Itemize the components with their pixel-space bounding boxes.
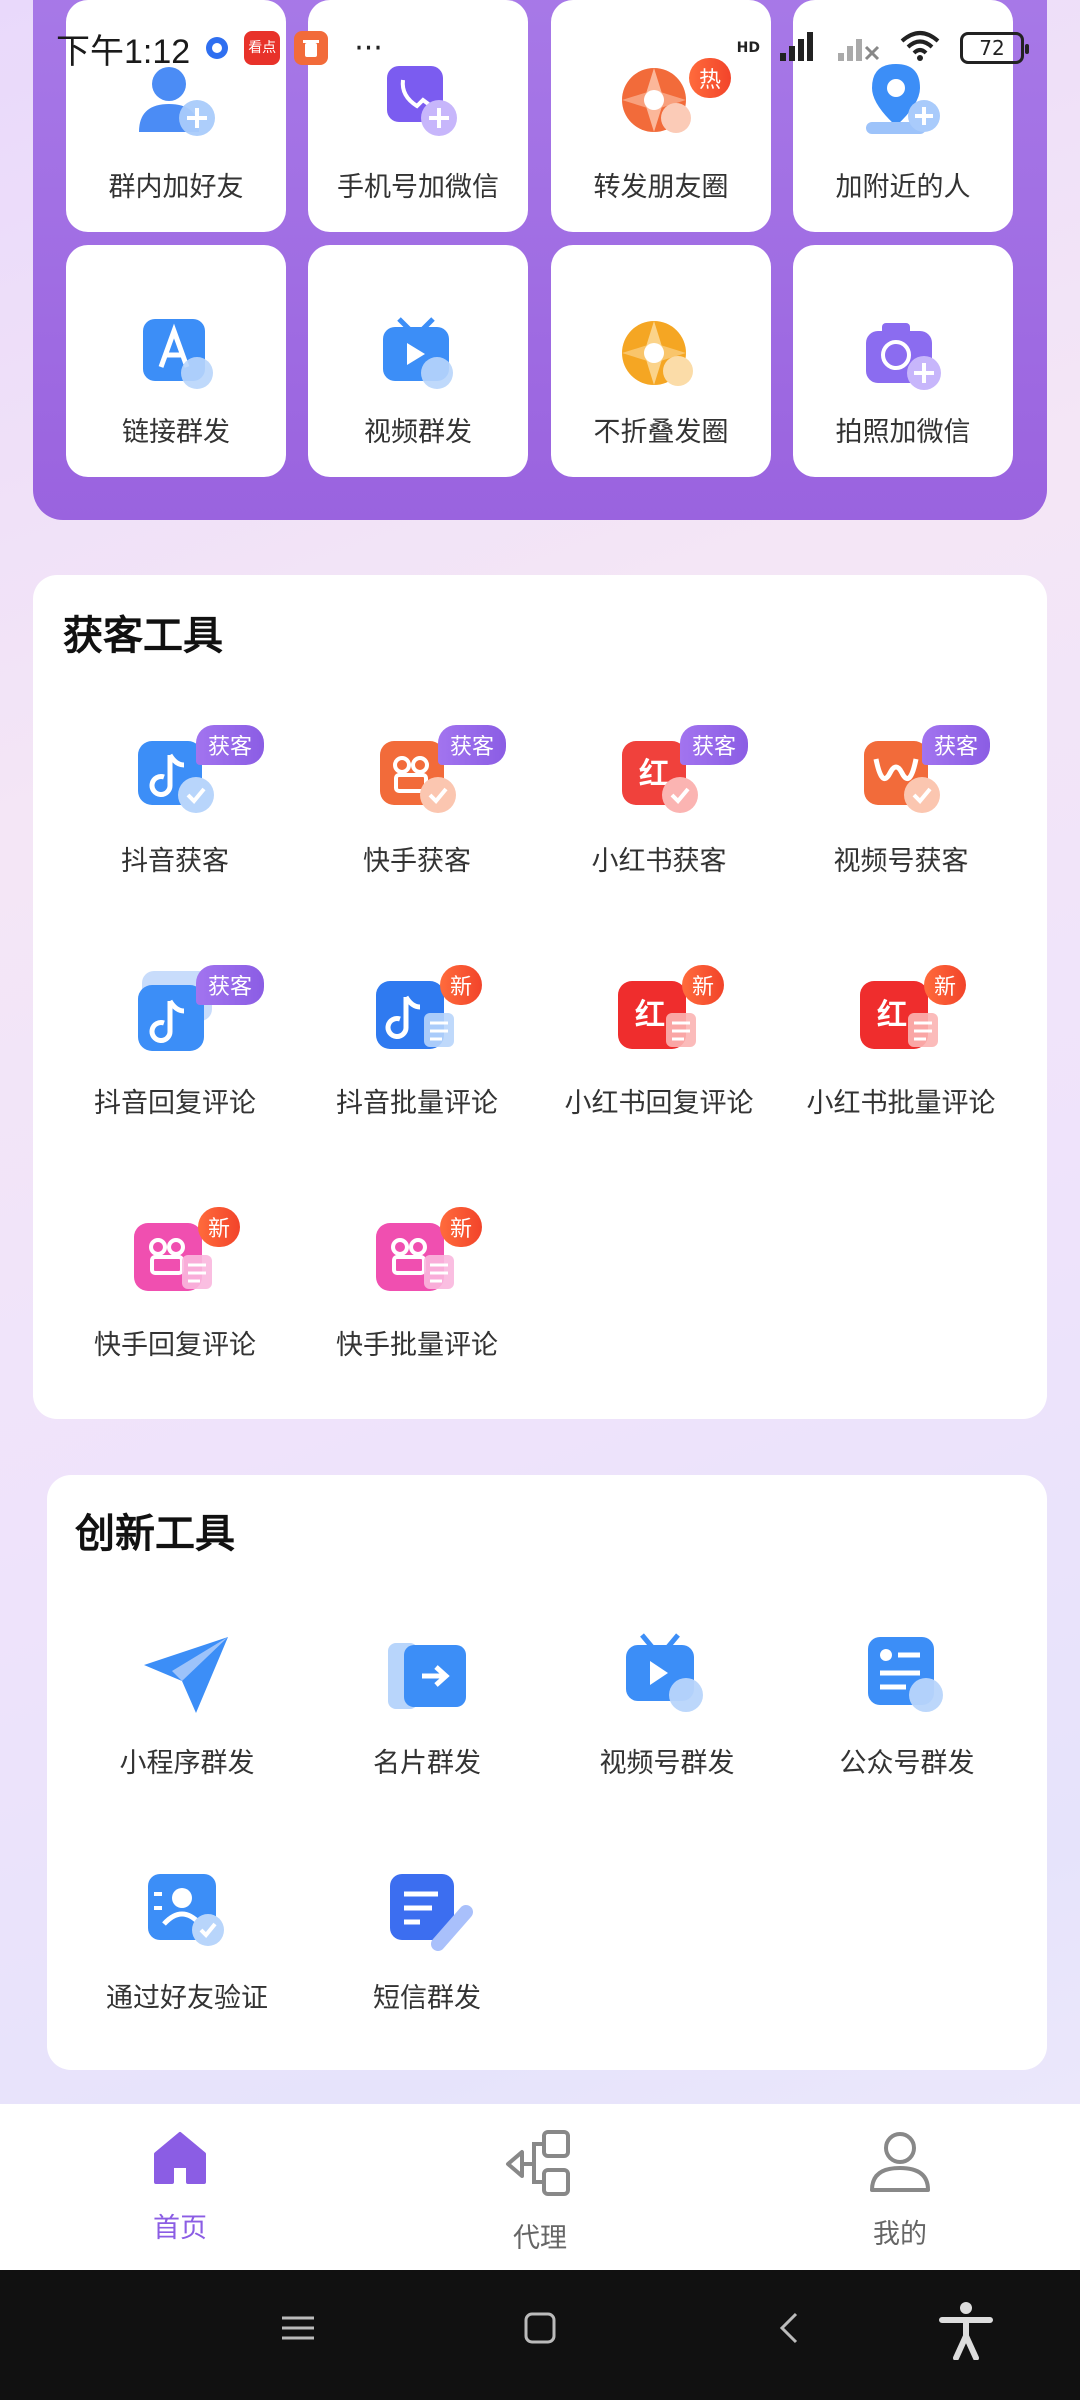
tool-douyin-batch[interactable]: 新 抖音批量评论 <box>297 965 537 1120</box>
status-bar: 下午1:12 看点 ··· HD 72 <box>0 0 1080 96</box>
system-nav-bar <box>0 2270 1080 2400</box>
more-icon: ··· <box>354 30 383 66</box>
signal-icon <box>778 29 818 67</box>
trash-app-icon <box>294 31 329 65</box>
customer-tools-card: 获客工具 获客 抖音获客 获客 快手获客 红 获客 小红书获客 获客 视频号获客 <box>33 575 1047 1419</box>
official-account-icon <box>852 1625 962 1725</box>
nav-profile[interactable]: 我的 <box>720 2104 1080 2270</box>
tool-channels-acquire[interactable]: 获客 视频号获客 <box>781 723 1021 878</box>
back-icon[interactable] <box>770 2308 810 2352</box>
innovation-tools-card: 创新工具 小程序群发 名片群发 视频号群发 公众号群发 通过好友验证 短信群发 <box>47 1475 1047 2070</box>
signal-off-icon <box>836 29 880 67</box>
kuaishou-batch-icon: 新 <box>362 1207 483 1307</box>
app-notification-icon <box>204 35 230 61</box>
kuaishou-icon: 获客 <box>362 723 507 823</box>
tool-douyin-acquire[interactable]: 获客 抖音获客 <box>55 723 295 878</box>
camera-add-icon <box>858 315 948 399</box>
kuaishou-reply-icon: 新 <box>120 1207 241 1307</box>
battery-indicator: 72 <box>960 32 1029 64</box>
friend-verify-icon <box>132 1860 242 1960</box>
bottom-nav: 首页 代理 我的 <box>0 2104 1080 2270</box>
wifi-icon <box>898 29 942 67</box>
tool-xiaohongshu-acquire[interactable]: 红 获客 小红书获客 <box>539 723 779 878</box>
channels-send-icon <box>612 1625 722 1725</box>
tool-xhs-batch[interactable]: 红 新 小红书批量评论 <box>781 965 1021 1120</box>
tool-official-account-send[interactable]: 公众号群发 <box>787 1625 1027 1780</box>
quick-tile-video-send[interactable]: 视频群发 <box>308 245 528 477</box>
xhs-batch-icon: 红 新 <box>846 965 967 1065</box>
svg-text:红: 红 <box>635 998 665 1033</box>
status-time: 下午1:12 <box>56 32 191 71</box>
xhs-reply-icon: 红 新 <box>604 965 725 1065</box>
douyin-reply-icon: 获客 <box>120 965 265 1065</box>
hd-label: HD <box>736 40 760 56</box>
tool-kuaishou-batch[interactable]: 新 快手批量评论 <box>297 1207 537 1362</box>
accessibility-icon[interactable] <box>938 2300 994 2364</box>
quick-tile-link-send[interactable]: 链接群发 <box>66 245 286 477</box>
home-square-icon[interactable] <box>520 2308 560 2352</box>
agent-network-icon <box>504 2128 576 2202</box>
section-title: 创新工具 <box>75 1511 235 1557</box>
quick-tile-camera-add[interactable]: 拍照加微信 <box>793 245 1013 477</box>
nav-agent[interactable]: 代理 <box>360 2104 720 2270</box>
tool-kuaishou-acquire[interactable]: 获客 快手获客 <box>297 723 537 878</box>
tool-channels-send[interactable]: 视频号群发 <box>547 1625 787 1780</box>
video-send-icon <box>373 315 463 399</box>
link-send-icon <box>131 315 221 399</box>
profile-icon <box>868 2128 932 2198</box>
tool-douyin-reply[interactable]: 获客 抖音回复评论 <box>55 965 295 1120</box>
nav-home[interactable]: 首页 <box>0 2104 360 2270</box>
tool-kuaishou-reply[interactable]: 新 快手回复评论 <box>55 1207 295 1362</box>
tool-xhs-reply[interactable]: 红 新 小红书回复评论 <box>539 965 779 1120</box>
tool-sms-send[interactable]: 短信群发 <box>307 1860 547 2015</box>
miniprogram-send-icon <box>132 1625 242 1725</box>
card-send-icon <box>372 1625 482 1725</box>
moments-unfold-icon <box>616 315 706 399</box>
quick-tile-unfold-moments[interactable]: 不折叠发圈 <box>551 245 771 477</box>
channels-icon: 获客 <box>846 723 991 823</box>
sms-send-icon <box>372 1860 482 1960</box>
svg-text:红: 红 <box>877 998 907 1033</box>
xiaohongshu-icon: 红 获客 <box>604 723 749 823</box>
tool-miniprogram-send[interactable]: 小程序群发 <box>67 1625 307 1780</box>
douyin-batch-icon: 新 <box>362 965 483 1065</box>
kandian-app-icon: 看点 <box>244 31 281 65</box>
section-title: 获客工具 <box>63 613 223 659</box>
menu-icon[interactable] <box>278 2308 318 2352</box>
tool-friend-verify[interactable]: 通过好友验证 <box>67 1860 307 2015</box>
douyin-icon: 获客 <box>120 723 265 823</box>
tool-card-send[interactable]: 名片群发 <box>307 1625 547 1780</box>
home-icon <box>150 2128 210 2192</box>
